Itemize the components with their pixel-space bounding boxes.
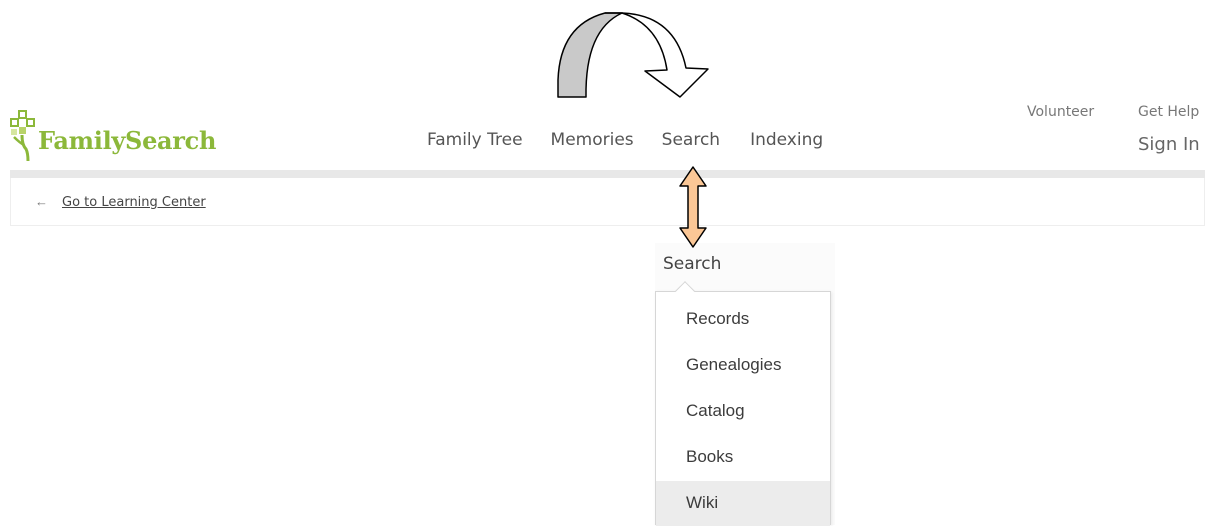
header-divider	[10, 170, 1205, 178]
dropdown-search-label[interactable]: Search	[663, 254, 721, 274]
nav-item-indexing[interactable]: Indexing	[750, 130, 823, 150]
logo-text: FamilySearch	[38, 126, 217, 155]
volunteer-link[interactable]: Volunteer	[1027, 104, 1094, 120]
search-dropdown-screenshot: Search Records Genealogies Catalog Books…	[655, 243, 835, 526]
search-dropdown-menu: Records Genealogies Catalog Books Wiki	[655, 281, 831, 526]
menu-item-wiki[interactable]: Wiki	[656, 481, 830, 526]
sign-in-link[interactable]: Sign In	[1138, 134, 1200, 155]
go-to-learning-center-link[interactable]: Go to Learning Center	[62, 195, 206, 210]
site-header: FamilySearch Family Tree Memories Search…	[0, 0, 1211, 171]
back-arrow-icon: ←	[35, 194, 48, 209]
nav-item-family-tree[interactable]: Family Tree	[427, 130, 523, 150]
familysearch-logo[interactable]: FamilySearch	[10, 109, 216, 161]
menu-item-genealogies[interactable]: Genealogies	[656, 343, 830, 387]
nav-item-memories[interactable]: Memories	[551, 130, 634, 150]
menu-item-records[interactable]: Records	[656, 297, 830, 341]
menu-item-books[interactable]: Books	[656, 435, 830, 479]
breadcrumb: ← Go to Learning Center	[10, 178, 1205, 226]
main-nav: Family Tree Memories Search Indexing	[427, 130, 823, 150]
menu-item-catalog[interactable]: Catalog	[656, 389, 830, 433]
nav-item-search[interactable]: Search	[662, 130, 720, 150]
get-help-link[interactable]: Get Help	[1138, 104, 1199, 120]
